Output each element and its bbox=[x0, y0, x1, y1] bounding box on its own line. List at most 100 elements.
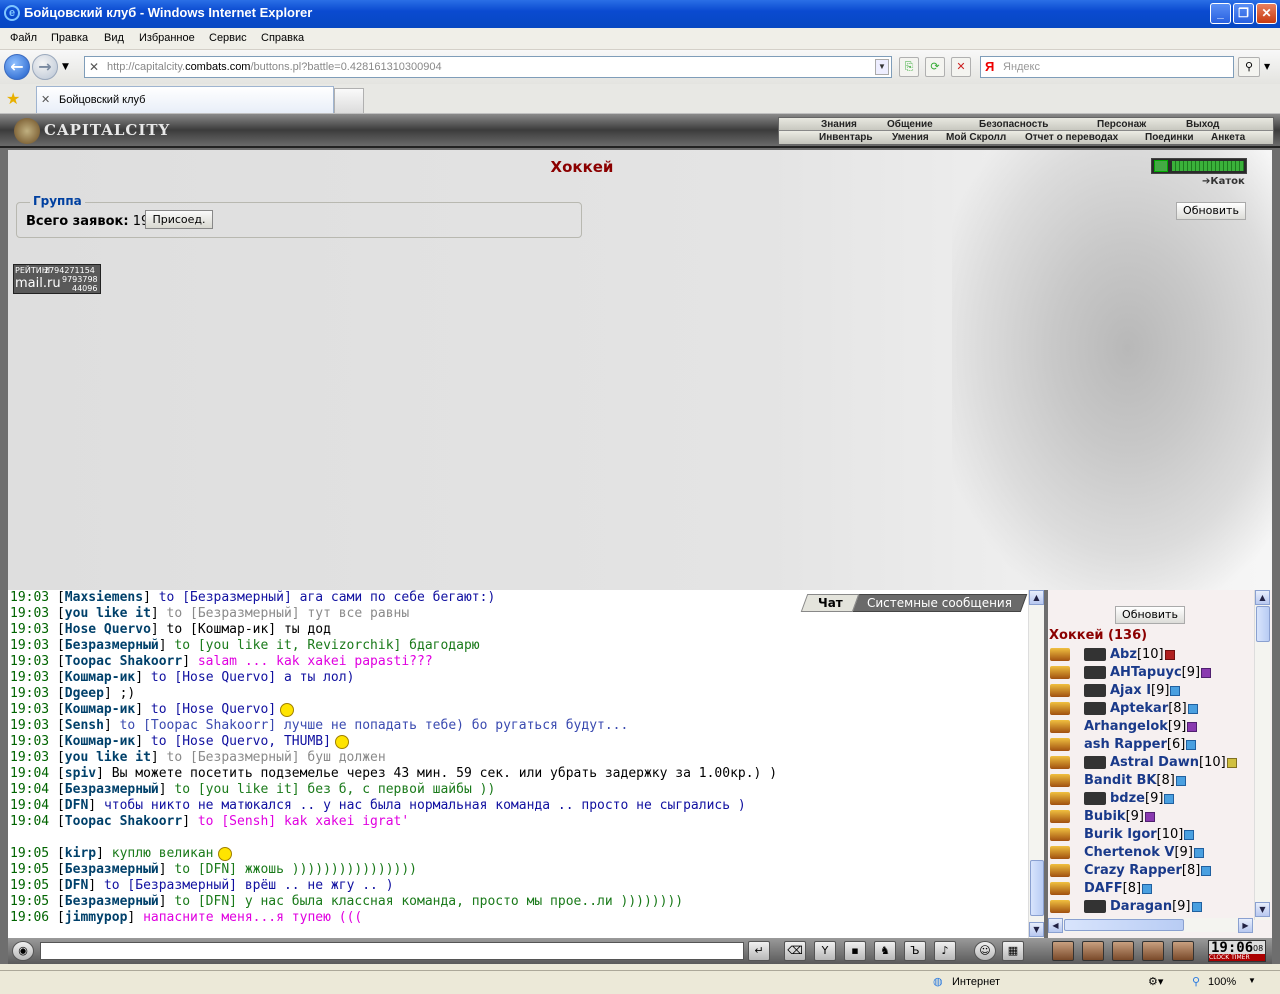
zoom-level[interactable]: 100% bbox=[1208, 976, 1236, 988]
user-row[interactable]: ash Rapper[6] bbox=[1050, 736, 1250, 754]
user-name[interactable]: ash Rapper bbox=[1084, 737, 1167, 752]
tab-system-messages[interactable]: Системные сообщения bbox=[850, 594, 1028, 612]
user-info-icon[interactable] bbox=[1145, 811, 1155, 822]
user-name[interactable]: Chertenok V bbox=[1084, 845, 1174, 860]
chat-input[interactable] bbox=[40, 942, 744, 960]
send-icon[interactable]: ↵ bbox=[748, 941, 770, 961]
private-message-icon[interactable] bbox=[1050, 900, 1070, 913]
user-info-icon[interactable] bbox=[1201, 667, 1212, 678]
chat-nick[interactable]: Dgeep bbox=[65, 686, 104, 701]
walk-icon[interactable]: ♞ bbox=[874, 941, 896, 961]
user-name[interactable]: Daragan bbox=[1110, 899, 1172, 914]
chat-nick[interactable]: Кошмар-ик bbox=[65, 702, 135, 717]
nav-battles[interactable]: Поединки bbox=[1145, 132, 1194, 143]
user-name[interactable]: Ajax I bbox=[1110, 683, 1151, 698]
private-message-icon[interactable] bbox=[1050, 882, 1070, 895]
zoom-dropdown-icon[interactable]: ▼ bbox=[1248, 976, 1256, 985]
user-row[interactable]: Crazy Rapper[8] bbox=[1050, 862, 1250, 880]
join-button[interactable]: Присоед. bbox=[145, 210, 213, 229]
chat-scrollbar[interactable]: ▲ ▼ bbox=[1028, 590, 1044, 938]
private-message-icon[interactable] bbox=[1050, 864, 1070, 877]
armor-icon[interactable] bbox=[1112, 941, 1134, 961]
private-message-icon[interactable] bbox=[1050, 666, 1070, 679]
chat-nick[interactable]: Безразмерный bbox=[65, 782, 159, 797]
refresh-button[interactable]: Обновить bbox=[1176, 202, 1246, 220]
chat-nick[interactable]: DFN bbox=[65, 798, 88, 813]
minimize-button[interactable]: _ bbox=[1210, 3, 1231, 24]
chat-nick[interactable]: Maxsiemens bbox=[65, 590, 143, 605]
search-icon[interactable]: ⚲ bbox=[1238, 57, 1260, 77]
nav-skills[interactable]: Умения bbox=[892, 132, 929, 143]
chat-nick[interactable]: Toopac Shakoorr bbox=[65, 654, 182, 669]
chat-nick[interactable]: Кошмар-ик bbox=[65, 734, 135, 749]
user-info-icon[interactable] bbox=[1184, 829, 1195, 840]
tab-chat[interactable]: Чат bbox=[800, 594, 860, 612]
private-message-icon[interactable] bbox=[1050, 684, 1070, 697]
save-log-icon[interactable]: ▪ bbox=[844, 941, 866, 961]
user-row[interactable]: Bandit BK[8] bbox=[1050, 772, 1250, 790]
chat-nick[interactable]: Hose Quervo bbox=[65, 622, 151, 637]
user-row[interactable]: DAFF[8] bbox=[1050, 880, 1250, 898]
user-name[interactable]: Aptekar bbox=[1110, 701, 1168, 716]
users-scroll-down-icon[interactable]: ▼ bbox=[1255, 902, 1270, 917]
nav-character[interactable]: Персонаж bbox=[1097, 119, 1146, 130]
tab-fight-club[interactable]: ✕ Бойцовский клуб bbox=[36, 86, 334, 113]
user-row[interactable]: AHTapuyc[9] bbox=[1050, 664, 1250, 682]
user-name[interactable]: Astral Dawn bbox=[1110, 755, 1199, 770]
private-message-icon[interactable] bbox=[1050, 774, 1070, 787]
user-info-icon[interactable] bbox=[1170, 685, 1181, 696]
history-dropdown-icon[interactable]: ▼ bbox=[62, 62, 69, 72]
users-hscrollbar[interactable]: ◀ ▶ bbox=[1048, 918, 1254, 933]
private-message-icon[interactable] bbox=[1050, 756, 1070, 769]
user-name[interactable]: DAFF bbox=[1084, 881, 1123, 896]
private-message-icon[interactable] bbox=[1050, 810, 1070, 823]
filter-icon[interactable]: Y bbox=[814, 941, 836, 961]
user-name[interactable]: Arhangelok bbox=[1084, 719, 1168, 734]
user-name[interactable]: Bandit BK bbox=[1084, 773, 1156, 788]
private-message-icon[interactable] bbox=[1050, 828, 1070, 841]
users-scrollbar[interactable]: ▲ ▼ bbox=[1254, 590, 1270, 920]
nav-exit[interactable]: Выход bbox=[1186, 119, 1219, 130]
eraser-icon[interactable]: ⌫ bbox=[784, 941, 806, 961]
users-scroll-thumb[interactable] bbox=[1256, 606, 1270, 642]
private-message-icon[interactable] bbox=[1050, 738, 1070, 751]
chat-nick[interactable]: Безразмерный bbox=[65, 862, 159, 877]
user-info-icon[interactable] bbox=[1175, 775, 1186, 786]
user-name[interactable]: Crazy Rapper bbox=[1084, 863, 1182, 878]
user-info-icon[interactable] bbox=[1186, 739, 1197, 750]
back-button[interactable]: ← bbox=[4, 54, 30, 80]
user-info-icon[interactable] bbox=[1191, 901, 1202, 912]
scroll-icon[interactable] bbox=[1082, 941, 1104, 961]
user-row[interactable]: Burik Igor[10] bbox=[1050, 826, 1250, 844]
chat-nick[interactable]: Безразмерный bbox=[65, 894, 159, 909]
menu-file[interactable]: Файл bbox=[10, 32, 37, 44]
scroll-up-icon[interactable]: ▲ bbox=[1029, 590, 1044, 605]
translit-icon[interactable]: Ъ bbox=[904, 941, 926, 961]
location-link[interactable]: ➔Каток bbox=[1202, 176, 1245, 187]
user-info-icon[interactable] bbox=[1193, 847, 1204, 858]
chat-mode-icon[interactable]: ◉ bbox=[12, 941, 34, 961]
chat-nick[interactable]: kirp bbox=[65, 846, 96, 861]
user-row[interactable]: Chertenok V[9] bbox=[1050, 844, 1250, 862]
nav-profile[interactable]: Анкета bbox=[1211, 132, 1245, 143]
hscroll-left-icon[interactable]: ◀ bbox=[1048, 918, 1063, 933]
user-row[interactable]: Abz[10] bbox=[1050, 646, 1250, 664]
private-message-icon[interactable] bbox=[1050, 846, 1070, 859]
chat-nick[interactable]: DFN bbox=[65, 878, 88, 893]
user-name[interactable]: Bubik bbox=[1084, 809, 1126, 824]
user-row[interactable]: Daragan[9] bbox=[1050, 898, 1250, 914]
user-name[interactable]: AHTapuyc bbox=[1110, 665, 1182, 680]
nav-security[interactable]: Безопасность bbox=[979, 119, 1048, 130]
private-message-icon[interactable] bbox=[1050, 792, 1070, 805]
user-info-icon[interactable] bbox=[1164, 793, 1175, 804]
scroll-down-icon[interactable]: ▼ bbox=[1029, 922, 1044, 937]
user-row[interactable]: Ajax I[9] bbox=[1050, 682, 1250, 700]
chat-nick[interactable]: spiv bbox=[65, 766, 96, 781]
chat-scroll-thumb[interactable] bbox=[1030, 860, 1044, 916]
chat-nick[interactable]: Sensh bbox=[65, 718, 104, 733]
nav-knowledge[interactable]: Знания bbox=[821, 119, 857, 130]
user-row[interactable]: Aptekar[8] bbox=[1050, 700, 1250, 718]
user-row[interactable]: bdze[9] bbox=[1050, 790, 1250, 808]
close-window-button[interactable]: ✕ bbox=[1256, 3, 1277, 24]
search-options-icon[interactable]: ▼ bbox=[1264, 62, 1270, 71]
